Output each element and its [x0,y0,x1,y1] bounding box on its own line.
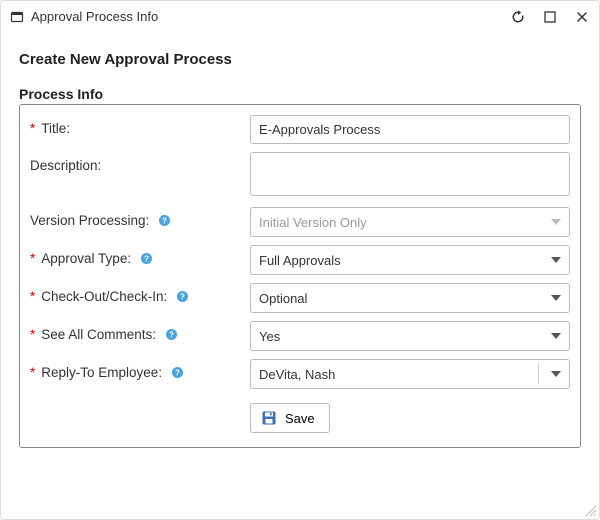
chevron-down-icon [551,219,561,225]
label-check: * Check-Out/Check-In: ? [30,283,250,304]
label-see-all-text: See All Comments: [41,327,156,342]
row-title: * Title: [30,115,570,144]
check-select[interactable]: Optional [250,283,570,313]
refresh-icon[interactable] [509,8,527,26]
version-processing-value: Initial Version Only [259,215,367,230]
label-version-processing-text: Version Processing: [30,213,149,228]
chevron-down-icon [551,371,561,377]
label-reply-to-text: Reply-To Employee: [41,365,162,380]
required-marker: * [30,327,35,342]
maximize-icon[interactable] [541,8,559,26]
required-marker: * [30,251,35,266]
process-info-fieldset: * Title: Description: Version Processing… [19,104,581,448]
required-marker: * [30,121,35,136]
window: Approval Process Info Create New Approva… [0,0,600,520]
row-check: * Check-Out/Check-In: ? Optional [30,283,570,313]
split-divider [538,364,539,384]
row-approval-type: * Approval Type: ? Full Approvals [30,245,570,275]
label-see-all: * See All Comments: ? [30,321,250,342]
titlebar: Approval Process Info [1,1,599,33]
see-all-select[interactable]: Yes [250,321,570,351]
version-processing-select: Initial Version Only [250,207,570,237]
label-check-text: Check-Out/Check-In: [41,289,167,304]
help-icon[interactable]: ? [157,214,171,228]
resize-grip[interactable] [583,503,597,517]
label-title: * Title: [30,115,250,136]
label-description-text: Description: [30,158,101,173]
chevron-down-icon [551,257,561,263]
description-input[interactable] [250,152,570,196]
label-title-text: Title: [41,121,70,136]
window-icon [9,9,25,25]
label-version-processing: Version Processing: ? [30,207,250,228]
check-value: Optional [259,291,307,306]
page-title: Create New Approval Process [19,51,581,68]
section-label: Process Info [19,86,581,102]
window-title: Approval Process Info [31,9,509,24]
reply-to-select[interactable]: DeVita, Nash [250,359,570,389]
label-description: Description: [30,152,250,173]
svg-text:?: ? [180,293,185,302]
help-icon[interactable]: ? [139,252,153,266]
label-reply-to: * Reply-To Employee: ? [30,359,250,380]
save-button-label: Save [285,411,315,426]
required-marker: * [30,365,35,380]
approval-type-select[interactable]: Full Approvals [250,245,570,275]
row-reply-to: * Reply-To Employee: ? DeVita, Nash [30,359,570,389]
label-approval-type: * Approval Type: ? [30,245,250,266]
label-approval-type-text: Approval Type: [41,251,131,266]
help-icon[interactable]: ? [170,366,184,380]
approval-type-value: Full Approvals [259,253,341,268]
title-input[interactable] [250,115,570,144]
row-see-all: * See All Comments: ? Yes [30,321,570,351]
reply-to-value: DeVita, Nash [259,367,335,382]
svg-text:?: ? [175,369,180,378]
svg-text:?: ? [144,255,149,264]
close-icon[interactable] [573,8,591,26]
window-controls [509,8,591,26]
svg-text:?: ? [162,217,167,226]
see-all-value: Yes [259,329,280,344]
row-description: Description: [30,152,570,199]
chevron-down-icon [551,295,561,301]
save-button[interactable]: Save [250,403,330,433]
content: Create New Approval Process Process Info… [1,33,599,519]
chevron-down-icon [551,333,561,339]
row-version-processing: Version Processing: ? Initial Version On… [30,207,570,237]
help-icon[interactable]: ? [164,328,178,342]
svg-text:?: ? [169,331,174,340]
save-row: Save [30,403,570,433]
save-icon [261,410,277,426]
help-icon[interactable]: ? [175,290,189,304]
required-marker: * [30,289,35,304]
